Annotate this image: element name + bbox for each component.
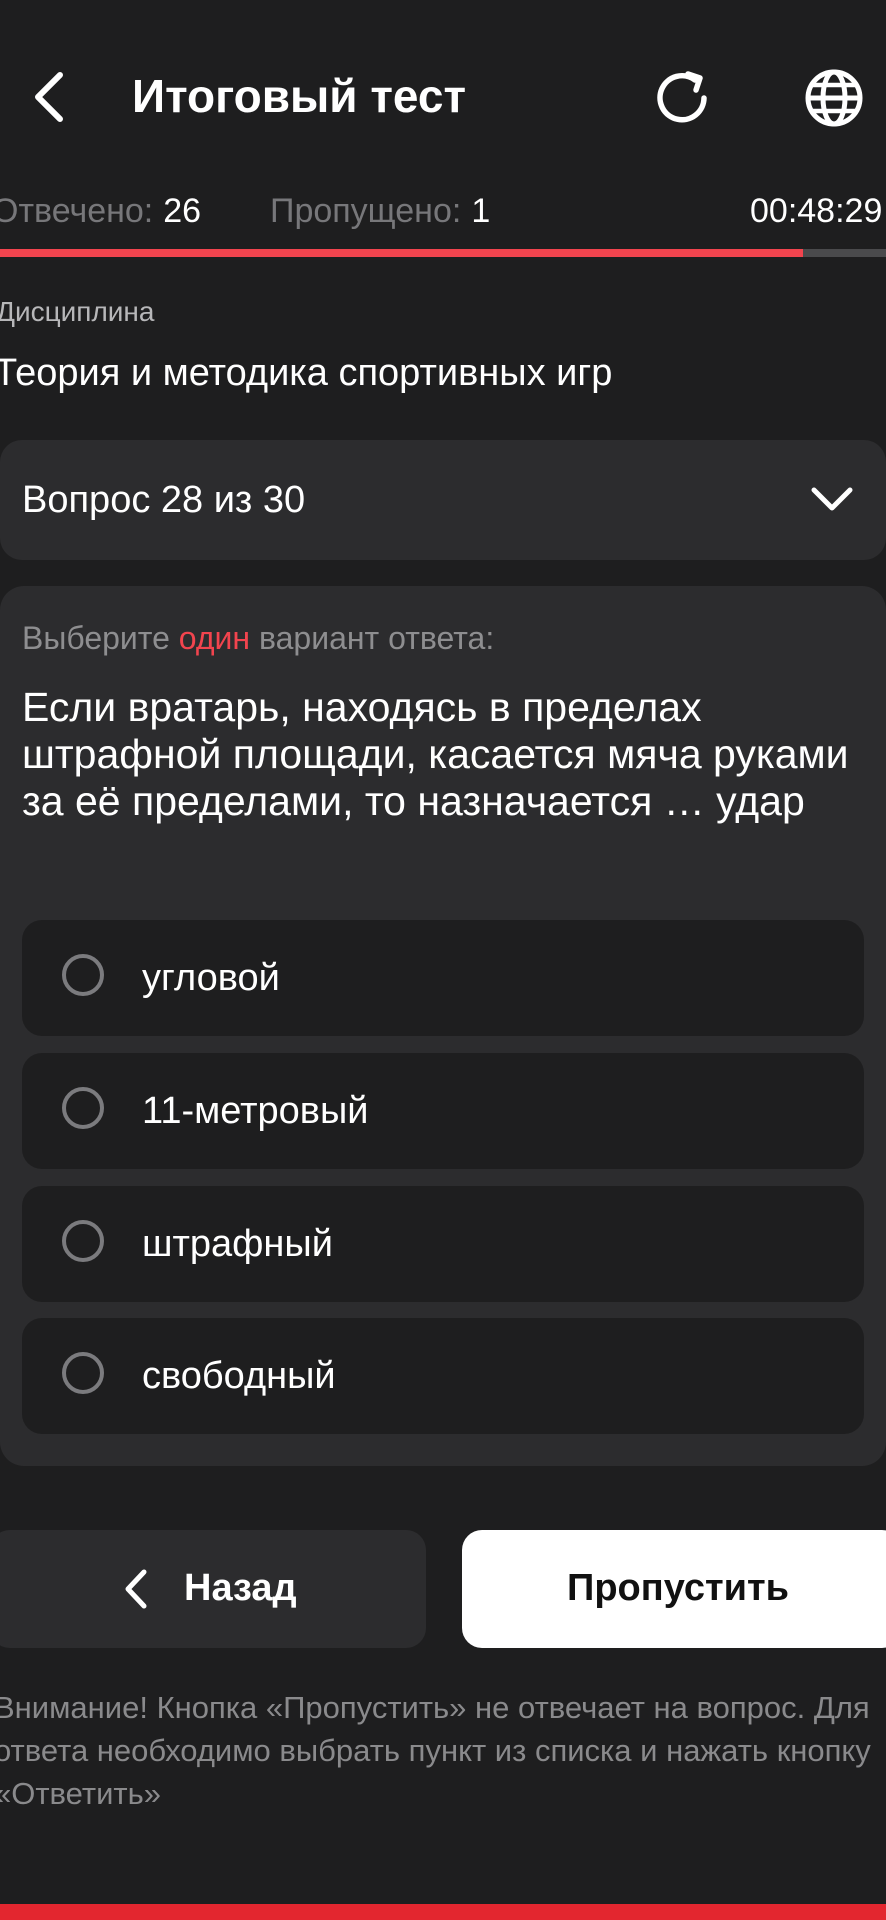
test-stats: Отвечено: 26 Пропущено: 1 00:48:29	[0, 186, 886, 236]
radio-button[interactable]	[62, 1087, 104, 1129]
radio-button[interactable]	[62, 954, 104, 996]
chevron-left-icon	[125, 1569, 147, 1609]
progress-bar	[0, 249, 886, 257]
discipline-name: Теория и методика спортивных игр	[0, 352, 613, 394]
answer-option-label: штрафный	[142, 1223, 333, 1265]
answer-option[interactable]: угловой	[22, 920, 864, 1036]
radio-button[interactable]	[62, 1220, 104, 1262]
question-selector-label: Вопрос 28 из 30	[22, 479, 306, 521]
answer-option[interactable]: 11-метровый	[22, 1053, 864, 1169]
instruction-text-end: вариант ответа:	[250, 620, 495, 656]
answer-option-label: свободный	[142, 1355, 336, 1397]
language-button[interactable]	[802, 66, 866, 130]
answered-value: 26	[163, 192, 202, 230]
globe-icon	[805, 69, 863, 127]
chevron-left-icon	[35, 72, 63, 122]
app-header: Итоговый тест	[0, 0, 886, 190]
instruction-accent: один	[178, 620, 251, 656]
question-card: Выберите один вариант ответа: Если врата…	[0, 586, 886, 1466]
question-selector[interactable]: Вопрос 28 из 30	[0, 440, 886, 560]
back-nav-label: Назад	[184, 1567, 297, 1609]
refresh-button[interactable]	[652, 66, 716, 130]
chevron-down-icon	[811, 487, 853, 511]
skip-button-label: Пропустить	[567, 1567, 789, 1609]
back-nav-button[interactable]: Назад	[0, 1530, 426, 1648]
timer: 00:48:29	[750, 192, 883, 230]
answer-option[interactable]: штрафный	[22, 1186, 864, 1302]
skip-button[interactable]: Пропустить	[462, 1530, 886, 1648]
progress-fill	[0, 249, 803, 257]
radio-button[interactable]	[62, 1352, 104, 1394]
skipped-counter: Пропущено: 1	[270, 186, 490, 236]
answer-instruction: Выберите один вариант ответа:	[22, 616, 494, 660]
back-button[interactable]	[18, 62, 78, 132]
answer-option-label: 11-метровый	[142, 1090, 369, 1132]
skip-notice: Внимание! Кнопка «Пропустить» не отвечае…	[0, 1690, 871, 1811]
refresh-icon	[657, 71, 707, 123]
answered-counter: Отвечено: 26	[0, 186, 201, 236]
answered-label: Отвечено:	[0, 192, 154, 230]
skipped-label: Пропущено:	[270, 192, 462, 230]
answer-option[interactable]: свободный	[22, 1318, 864, 1434]
bottom-accent-bar	[0, 1904, 886, 1920]
answer-option-label: угловой	[142, 957, 280, 999]
instruction-text: Выберите	[22, 620, 179, 656]
discipline-label: Дисциплина	[0, 296, 155, 327]
question-text: Если вратарь, находясь в пределах штрафн…	[22, 684, 849, 824]
skipped-value: 1	[471, 192, 491, 230]
page-title: Итоговый тест	[132, 70, 466, 122]
